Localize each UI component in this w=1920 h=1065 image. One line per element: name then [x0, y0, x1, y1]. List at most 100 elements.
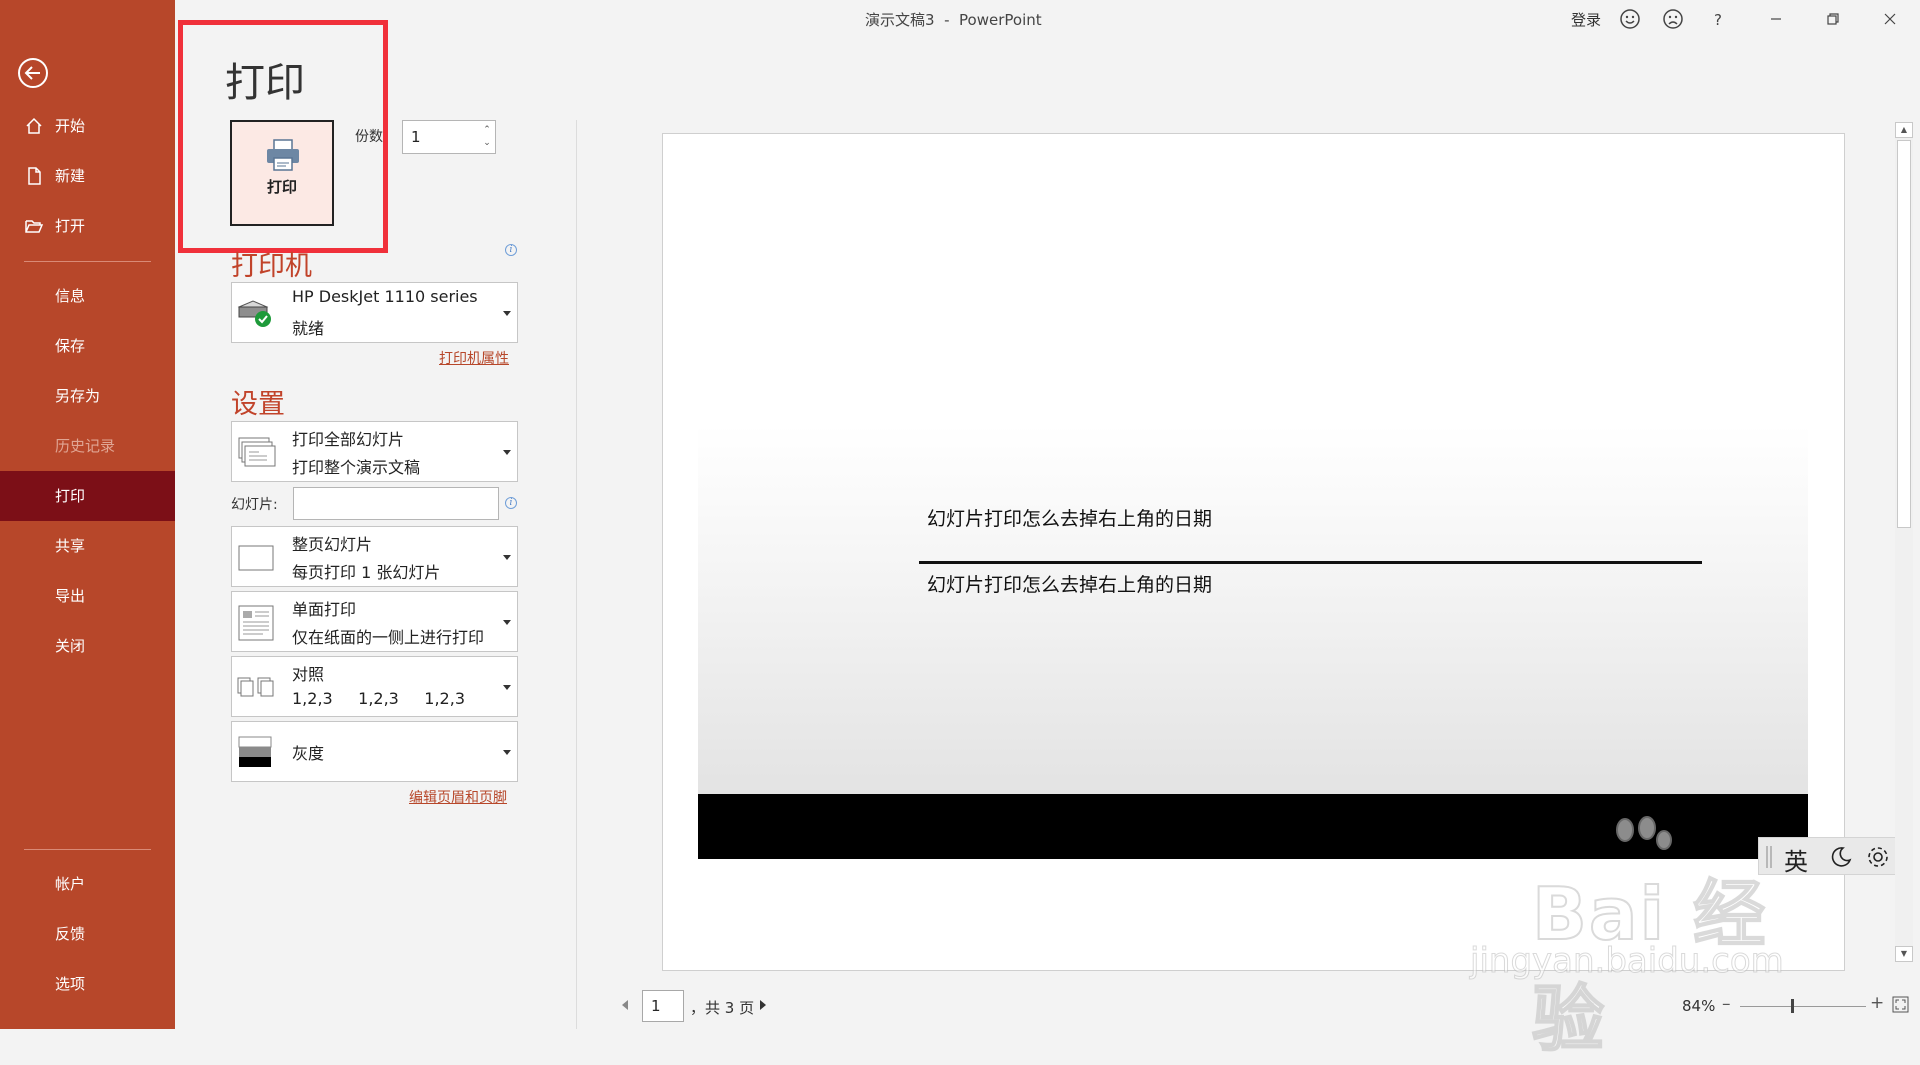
nav-item-label: 历史记录	[55, 437, 116, 455]
nav-item-label: 新建	[55, 167, 86, 185]
nav-item-label: 信息	[55, 287, 86, 305]
grayscale-icon	[238, 736, 272, 767]
scroll-up-button[interactable]: ▲	[1895, 122, 1913, 138]
nav-item-label: 打印	[55, 487, 86, 505]
home-icon	[26, 117, 42, 134]
one-sided-print-icon	[238, 605, 274, 641]
back-button[interactable]	[18, 58, 48, 88]
printer-ready-icon	[237, 300, 271, 327]
watermark-url: jingyan.baidu.com	[1470, 941, 1785, 982]
printer-dropdown[interactable]: HP DeskJet 1110 series 就绪	[231, 282, 518, 343]
drag-handle-icon[interactable]	[1765, 846, 1773, 868]
vertical-scrollbar[interactable]: ▲ ▼	[1895, 122, 1913, 962]
nav-divider	[24, 261, 151, 262]
slide-subtitle: 幻灯片打印怎么去掉右上角的日期	[927, 574, 1213, 596]
previous-page-button[interactable]	[622, 1000, 628, 1010]
nav-item-feedback[interactable]: 反馈	[0, 909, 175, 959]
sides-desc: 仅在纸面的一侧上进行打印	[292, 628, 485, 647]
zoom-slider-thumb[interactable]	[1791, 999, 1794, 1013]
slides-label: 幻灯片:	[231, 497, 278, 513]
chevron-up-icon[interactable]: ⌃	[482, 123, 492, 137]
nav-item-label: 打开	[55, 217, 86, 235]
nav-item-label: 选项	[55, 975, 86, 993]
full-page-slide-icon	[238, 545, 274, 571]
smile-feedback-icon[interactable]	[1617, 6, 1643, 32]
nav-item-history: 历史记录	[0, 421, 175, 471]
sign-in-link[interactable]: 登录	[1571, 9, 1601, 30]
sides-dropdown[interactable]: 单面打印 仅在纸面的一侧上进行打印	[231, 591, 518, 652]
slide-title: 幻灯片打印怎么去掉右上角的日期	[927, 508, 1213, 530]
nav-item-account[interactable]: 帐户	[0, 859, 175, 909]
color-title: 灰度	[292, 744, 325, 763]
minimize-icon[interactable]	[1763, 6, 1789, 32]
chevron-down-icon[interactable]: ⌄	[482, 136, 492, 150]
gear-icon[interactable]	[1865, 844, 1891, 870]
print-range-title: 打印全部幻灯片	[292, 430, 405, 449]
svg-text:?: ?	[1714, 11, 1722, 29]
nav-item-save-as[interactable]: 另存为	[0, 371, 175, 421]
nav-item-label: 开始	[55, 117, 86, 135]
next-page-button[interactable]	[760, 1000, 766, 1010]
nav-item-options[interactable]: 选项	[0, 959, 175, 1009]
nav-item-print[interactable]: 打印	[0, 471, 175, 521]
info-icon[interactable]: i	[505, 244, 517, 256]
zoom-slider[interactable]	[1740, 1006, 1866, 1007]
zoom-out-button[interactable]: –	[1722, 994, 1731, 1014]
nav-item-label: 共享	[55, 537, 86, 555]
printer-status: 就绪	[292, 319, 325, 338]
sides-title: 单面打印	[292, 600, 357, 619]
nav-item-new[interactable]: 新建	[0, 151, 175, 201]
window-title: 演示文稿3 - PowerPoint	[865, 11, 1042, 29]
copies-value: 1	[411, 128, 421, 146]
fit-to-window-icon[interactable]	[1892, 996, 1909, 1013]
ime-toolbar[interactable]: 英	[1758, 837, 1900, 877]
backstage-nav: 开始 新建 打开 信息 保存 另存为 历史记录 打印 共享 导出 关闭 帐户 反…	[0, 0, 175, 1029]
color-dropdown[interactable]: 灰度	[231, 721, 518, 782]
dropdown-arrow-icon	[503, 750, 511, 755]
ime-language[interactable]: 英	[1784, 842, 1808, 877]
printer-name: HP DeskJet 1110 series	[292, 287, 478, 306]
nav-item-label: 导出	[55, 587, 86, 605]
zoom-level[interactable]: 84%	[1682, 997, 1715, 1015]
nav-item-save[interactable]: 保存	[0, 321, 175, 371]
close-icon[interactable]	[1877, 6, 1903, 32]
help-icon[interactable]: ?	[1705, 6, 1731, 32]
nav-item-home[interactable]: 开始	[0, 101, 175, 151]
nav-item-share[interactable]: 共享	[0, 521, 175, 571]
scroll-thumb[interactable]	[1897, 140, 1911, 528]
dropdown-arrow-icon	[503, 450, 511, 455]
printer-properties-link[interactable]: 打印机属性	[439, 348, 509, 368]
nav-item-info[interactable]: 信息	[0, 271, 175, 321]
new-document-icon	[28, 167, 41, 185]
nav-item-label: 关闭	[55, 637, 86, 655]
dropdown-arrow-icon	[503, 620, 511, 625]
collate-icon	[237, 677, 274, 697]
layout-title: 整页幻灯片	[292, 535, 373, 554]
dropdown-arrow-icon	[503, 685, 511, 690]
edit-header-footer-link[interactable]: 编辑页眉和页脚	[409, 787, 507, 807]
page-count: ，共 3 页	[690, 999, 755, 1017]
title-bar: 演示文稿3 - PowerPoint 登录 ?	[175, 0, 1920, 38]
printer-section-title: 打印机	[231, 251, 312, 282]
settings-section-title: 设置	[231, 389, 285, 420]
slides-input[interactable]	[293, 487, 499, 520]
nav-item-export[interactable]: 导出	[0, 571, 175, 621]
copies-stepper[interactable]: 1 ⌃ ⌄	[402, 120, 496, 154]
restore-icon[interactable]	[1820, 6, 1846, 32]
panel-divider	[576, 120, 577, 1029]
slide-divider-line	[919, 561, 1702, 564]
nav-item-open[interactable]: 打开	[0, 201, 175, 251]
frown-feedback-icon[interactable]	[1660, 6, 1686, 32]
nav-item-close[interactable]: 关闭	[0, 621, 175, 671]
scroll-down-button[interactable]: ▼	[1895, 946, 1913, 962]
arrow-left-icon	[24, 66, 40, 80]
moon-icon[interactable]	[1829, 845, 1853, 869]
layout-dropdown[interactable]: 整页幻灯片 每页打印 1 张幻灯片	[231, 526, 518, 587]
slide-preview: 幻灯片打印怎么去掉右上角的日期 幻灯片打印怎么去掉右上角的日期	[698, 424, 1808, 859]
info-icon[interactable]: i	[505, 497, 517, 509]
print-range-dropdown[interactable]: 打印全部幻灯片 打印整个演示文稿	[231, 421, 518, 482]
page-number-input[interactable]: 1	[642, 990, 684, 1022]
collate-desc: 1,2,3 1,2,3 1,2,3	[292, 689, 465, 708]
collate-dropdown[interactable]: 对照 1,2,3 1,2,3 1,2,3	[231, 656, 518, 717]
zoom-in-button[interactable]: +	[1870, 993, 1884, 1013]
